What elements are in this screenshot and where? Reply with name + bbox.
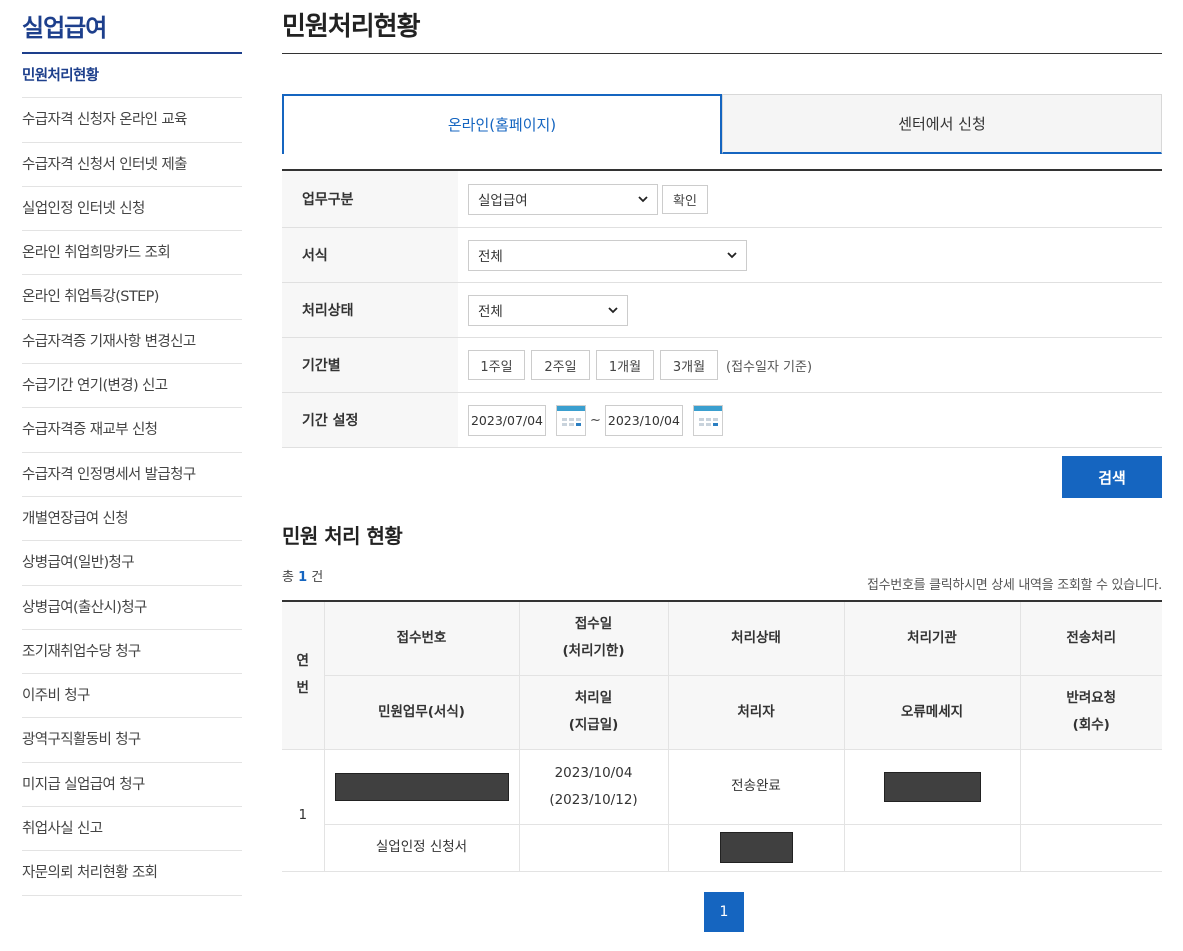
sidebar-item-complaint-status[interactable]: 민원처리현황 [22,54,242,99]
result-count: 총 1 건 [282,566,323,585]
status-value: 전체 [478,304,503,320]
task-type-value: 실업급여 [478,193,528,209]
pagination-page-1[interactable]: 1 [704,892,744,932]
format-select[interactable]: 전체 [468,239,747,271]
sidebar-menu: 민원처리현황 수급자격 신청자 온라인 교육 수급자격 신청서 인터넷 제출 실… [22,54,242,896]
period-1week-button[interactable]: 1주일 [468,350,525,380]
col-task-header: 민원업무(서식) [324,674,520,750]
sidebar-item-unpaid-benefit[interactable]: 미지급 실업급여 청구 [22,763,242,808]
count-number: 1 [298,570,308,585]
range-label: 기간 설정 [282,393,458,447]
sidebar-item-advisory-status[interactable]: 자문의뢰 처리현황 조회 [22,851,242,896]
redacted-receipt-number [334,772,509,801]
sidebar-item-sickness-general[interactable]: 상병급여(일반)청구 [22,541,242,586]
receipt-number-link[interactable] [323,748,520,825]
col-error-header: 오류메세지 [843,674,1021,750]
start-date-input[interactable]: 2023/07/04 [468,404,546,436]
form-row-task-type: 업무구분 실업급여 확인 [282,171,1162,228]
chevron-down-icon [608,307,618,314]
chevron-down-icon [638,196,648,203]
status-select[interactable]: 전체 [468,294,628,326]
proc-date-cell [518,823,669,872]
confirm-button[interactable]: 확인 [662,184,708,214]
calendar-icon[interactable] [556,404,586,436]
transfer-cell [1019,748,1162,825]
redacted-handler [719,832,793,863]
count-suffix: 건 [311,570,324,585]
count-prefix: 총 [282,570,294,585]
tab-bar: 온라인(홈페이지) 센터에서 신청 [282,94,1162,154]
period-2week-button[interactable]: 2주일 [531,350,590,380]
chevron-down-icon [727,252,737,259]
page-title: 민원처리현황 [282,0,1162,54]
table-row: 1 2023/10/04 (2023/10/12) 전송완료 [282,748,1162,872]
return-cell [1019,823,1162,872]
form-row-format: 서식 전체 [282,228,1162,283]
period-1month-button[interactable]: 1개월 [596,350,654,380]
col-receipt-date-header: 접수일 (처리기한) [518,600,669,676]
task-type-label: 업무구분 [282,171,458,227]
table-header-row: 민원업무(서식) 처리일 (지급일) 처리자 오류메세지 반려요청 (회수) [282,674,1162,750]
agency-cell [843,748,1021,825]
form-row-status: 처리상태 전체 [282,283,1162,338]
receipt-date-cell: 2023/10/04 (2023/10/12) [518,748,669,825]
error-cell [843,823,1021,872]
sidebar-item-employment-report[interactable]: 취업사실 신고 [22,807,242,852]
status-label: 처리상태 [282,283,458,337]
col-no-header: 연 번 [282,600,325,750]
sidebar-item-sickness-childbirth[interactable]: 상병급여(출산시)청구 [22,586,242,630]
sidebar-item-job-card[interactable]: 온라인 취업희망카드 조회 [22,231,242,276]
col-status-header: 처리상태 [667,600,845,676]
sidebar-item-online-education[interactable]: 수급자격 신청자 온라인 교육 [22,98,242,143]
format-label: 서식 [282,228,458,282]
sidebar-title: 실업급여 [22,0,242,54]
period-label: 기간별 [282,338,458,392]
search-button[interactable]: 검색 [1062,456,1162,498]
col-transfer-header: 전송처리 [1019,600,1162,676]
sidebar-item-reissue[interactable]: 수급자격증 재교부 신청 [22,408,242,453]
sidebar-item-change-report[interactable]: 수급자격증 기재사항 변경신고 [22,320,242,365]
end-date-input[interactable]: 2023/10/04 [604,404,683,436]
sidebar-item-certificate[interactable]: 수급자격 인정명세서 발급청구 [22,453,242,497]
period-3month-button[interactable]: 3개월 [660,350,718,380]
search-form: 업무구분 실업급여 확인 서식 전체 처리상태 전체 기간별 1주일 2주일 1… [282,169,1162,448]
sidebar-item-relocation[interactable]: 이주비 청구 [22,674,242,719]
sidebar-item-early-reemployment[interactable]: 조기재취업수당 청구 [22,630,242,675]
col-handler-header: 처리자 [667,674,845,750]
calendar-icon[interactable] [692,404,723,436]
task-type-select[interactable]: 실업급여 [468,183,658,215]
form-row-range: 기간 설정 2023/07/04 ~ 2023/10/04 [282,393,1162,448]
table-header-row: 연 번 접수번호 접수일 (처리기한) 처리상태 처리기관 전송처리 [282,600,1162,750]
results-table: 연 번 접수번호 접수일 (처리기한) 처리상태 처리기관 전송처리 민원업무(… [282,600,1162,872]
tab-online[interactable]: 온라인(홈페이지) [282,94,722,154]
table-row: 실업인정 신청서 [282,823,1162,872]
status-cell: 전송완료 [667,748,845,825]
date-separator: ~ [590,412,601,428]
sidebar-item-unemployment-recognition[interactable]: 실업인정 인터넷 신청 [22,187,242,232]
sidebar-item-job-search-expense[interactable]: 광역구직활동비 청구 [22,718,242,763]
results-hint: 접수번호를 클릭하시면 상세 내역을 조회할 수 있습니다. [866,578,1162,593]
format-value: 전체 [478,249,503,265]
tab-center[interactable]: 센터에서 신청 [722,94,1162,154]
sidebar-item-period-extension[interactable]: 수급기간 연기(변경) 신고 [22,364,242,409]
task-cell: 실업인정 신청서 [324,823,520,872]
col-agency-header: 처리기관 [843,600,1021,676]
period-note: (접수일자 기준) [726,359,813,375]
col-return-header: 반려요청 (회수) [1019,674,1162,750]
row-number: 1 [282,748,325,872]
col-proc-date-header: 처리일 (지급일) [518,674,669,750]
redacted-agency [883,771,981,802]
sidebar: 실업급여 민원처리현황 수급자격 신청자 온라인 교육 수급자격 신청서 인터넷… [22,0,242,896]
col-receipt-no-header: 접수번호 [323,600,520,676]
sidebar-item-individual-extension[interactable]: 개별연장급여 신청 [22,497,242,542]
handler-cell [667,823,845,872]
form-row-period: 기간별 1주일 2주일 1개월 3개월 (접수일자 기준) [282,338,1162,393]
main-content: 민원처리현황 온라인(홈페이지) 센터에서 신청 업무구분 실업급여 확인 서식… [282,0,1162,932]
sidebar-item-application-submit[interactable]: 수급자격 신청서 인터넷 제출 [22,143,242,187]
sidebar-item-step-lecture[interactable]: 온라인 취업특강(STEP) [22,275,242,320]
results-section-title: 민원 처리 현황 [282,524,403,548]
